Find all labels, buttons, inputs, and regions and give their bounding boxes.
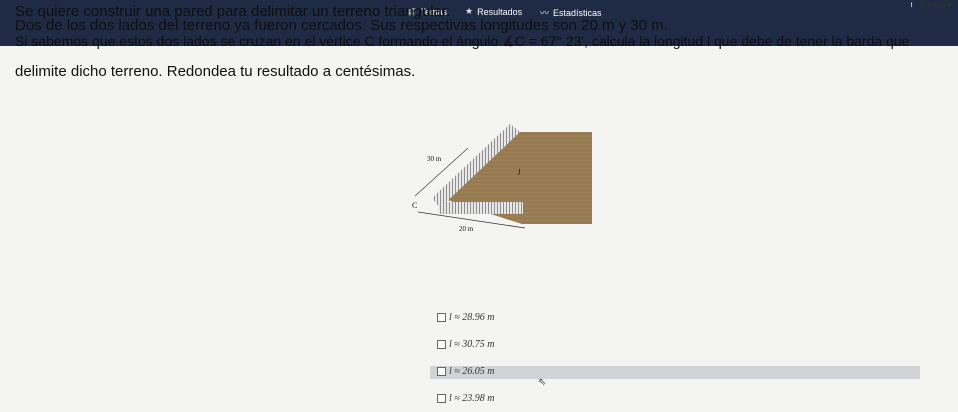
chevron-down-icon: ▾ (947, 1, 952, 10)
checkbox[interactable] (437, 394, 446, 403)
checkbox[interactable] (437, 340, 446, 349)
question-line-2: Dos de los dos lados del terreno ya fuer… (15, 17, 668, 34)
star-icon: ★ (465, 6, 474, 16)
terrain-figure (410, 112, 600, 242)
figure-label-l: l (518, 168, 521, 177)
question-line-4: delimite dicho terreno. Redondea tu resu… (15, 63, 416, 80)
option-d[interactable]: l ≈ 23.98 m (437, 393, 495, 404)
fence-20m (438, 202, 523, 214)
checkbox[interactable] (437, 367, 446, 376)
question-line-3: Si sabemos que estos dos lados se cruzan… (15, 33, 910, 49)
mouse-cursor-icon: ⇖ (538, 377, 547, 388)
checkbox[interactable] (437, 313, 446, 322)
figure-label-c: C (412, 201, 418, 210)
option-a[interactable]: l ≈ 28.96 m (437, 312, 495, 323)
figure-label-20m: 20 m (459, 225, 474, 233)
option-c[interactable]: l ≈ 26.05 m (437, 366, 495, 377)
figure-label-30m: 30 m (427, 155, 442, 163)
tutorial-menu[interactable]: ! Tutorial ▾ (907, 1, 952, 10)
terrain-illustration (414, 124, 592, 229)
nav-resultados[interactable]: ★ Resultados (465, 6, 522, 17)
option-b[interactable]: l ≈ 30.75 m (437, 339, 495, 350)
selected-option-highlight (430, 366, 920, 379)
info-icon: ! (907, 1, 916, 10)
